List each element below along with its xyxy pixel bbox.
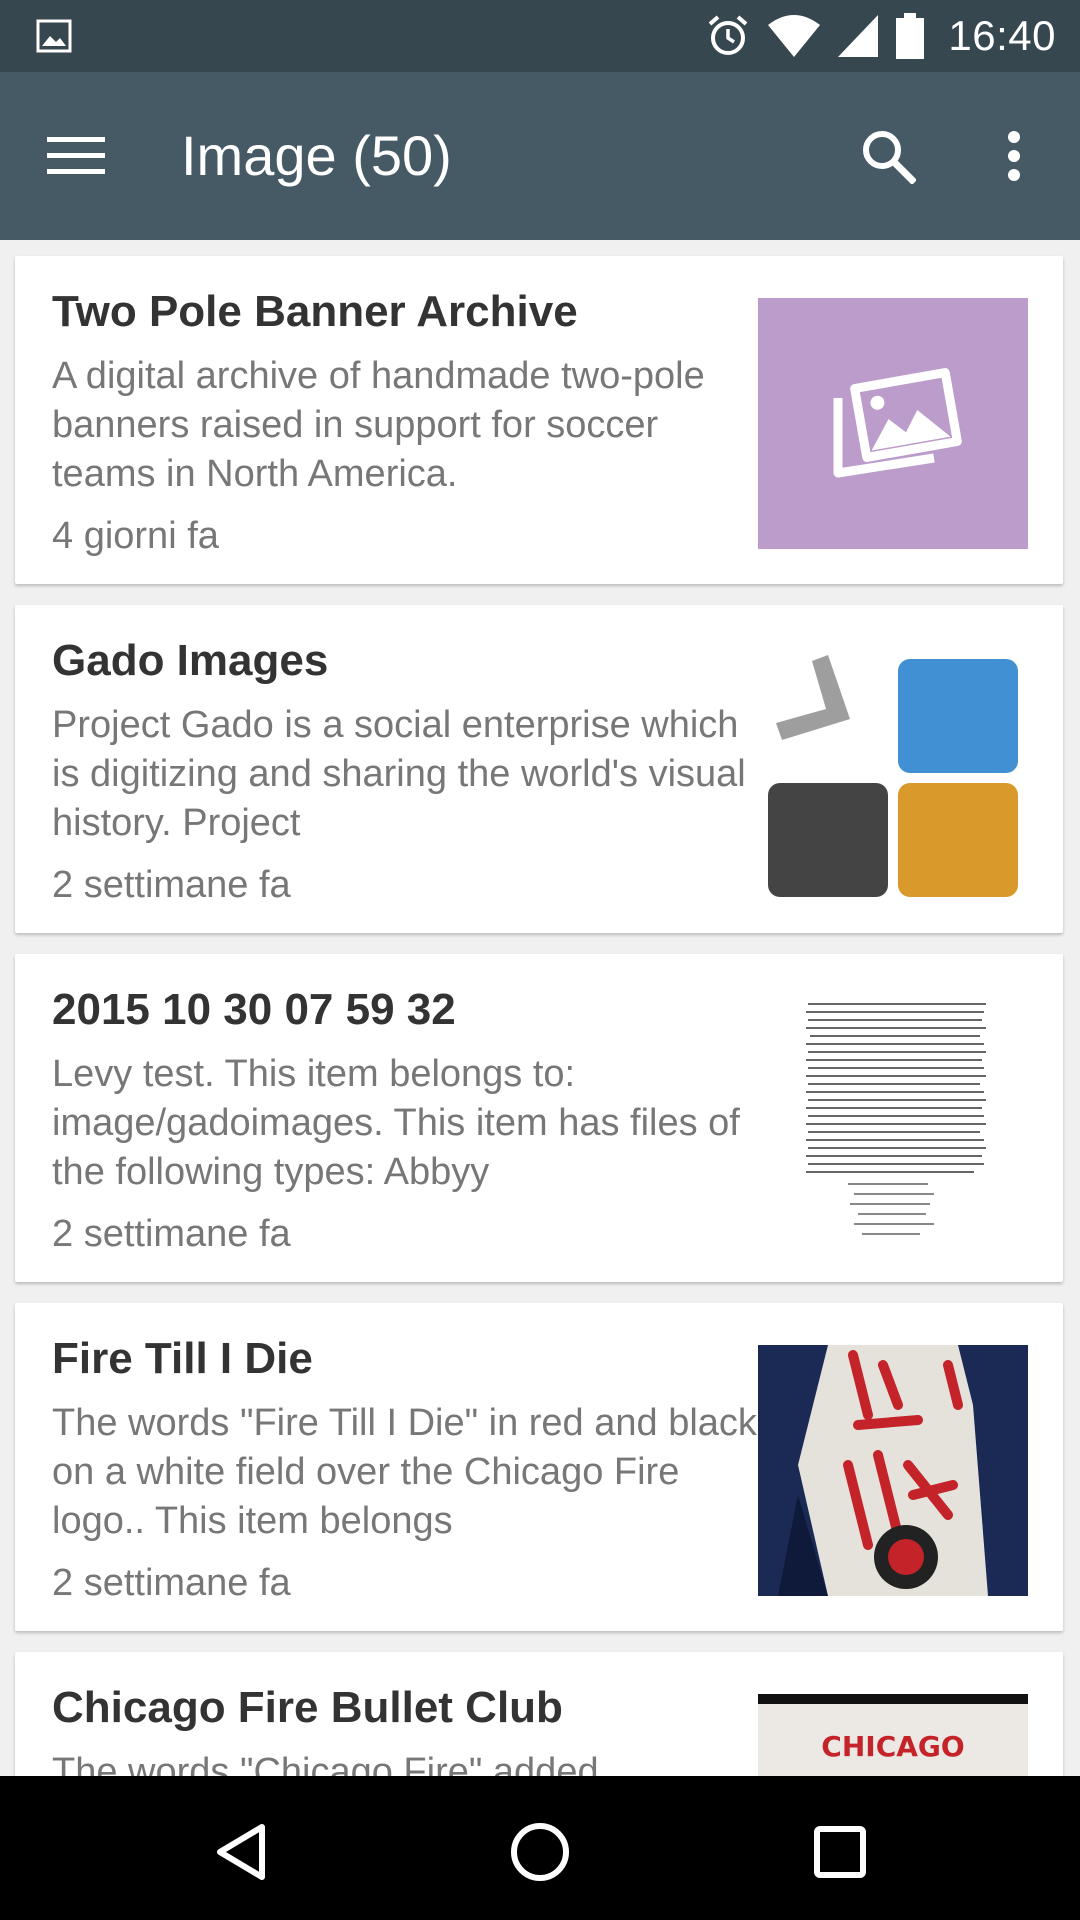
wifi-icon bbox=[768, 15, 821, 57]
battery-icon bbox=[896, 13, 925, 59]
item-title: Fire Till I Die bbox=[52, 1334, 313, 1383]
home-icon bbox=[511, 1823, 569, 1881]
list-item[interactable]: Fire Till I Die The words "Fire Till I D… bbox=[15, 1303, 1063, 1631]
document-scan bbox=[806, 1003, 986, 1235]
back-icon bbox=[217, 1824, 265, 1880]
back-button[interactable] bbox=[200, 1812, 280, 1892]
item-thumbnail[interactable]: CHICAGO bbox=[758, 1694, 1028, 1776]
alarm-icon bbox=[709, 15, 748, 55]
search-icon bbox=[863, 131, 916, 184]
banner-text: CHICAGO bbox=[821, 1730, 964, 1763]
status-icons: 16:40 bbox=[706, 0, 1056, 72]
clock: 16:40 bbox=[948, 12, 1056, 59]
item-title: Two Pole Banner Archive bbox=[52, 287, 578, 336]
item-thumbnail[interactable] bbox=[758, 996, 1028, 1247]
menu-icon bbox=[47, 137, 105, 174]
item-description: The words "Chicago Fire" added bbox=[52, 1751, 599, 1776]
item-thumbnail[interactable] bbox=[758, 1345, 1028, 1596]
navigation-bar bbox=[0, 1776, 1080, 1920]
item-description: Levy test. This item belongs to: image/g… bbox=[52, 1053, 740, 1193]
signal-icon bbox=[838, 15, 879, 57]
item-time: 2 settimane fa bbox=[52, 1562, 291, 1604]
recents-button[interactable] bbox=[800, 1812, 880, 1892]
list-item[interactable]: 2015 10 30 07 59 32 Levy test. This item… bbox=[15, 954, 1063, 1282]
home-button[interactable] bbox=[500, 1812, 580, 1892]
more-vert-icon bbox=[1008, 131, 1020, 181]
list-item[interactable]: Gado Images Project Gado is a social ent… bbox=[15, 605, 1063, 933]
item-title: 2015 10 30 07 59 32 bbox=[52, 985, 456, 1034]
banner-photo: CHICAGO bbox=[758, 1704, 1028, 1776]
item-time: 4 giorni fa bbox=[52, 515, 219, 557]
item-title: Chicago Fire Bullet Club bbox=[52, 1683, 563, 1732]
app-bar: Image (50) bbox=[0, 72, 1080, 240]
gallery-icon bbox=[36, 19, 72, 53]
recents-icon bbox=[814, 1826, 866, 1878]
item-description: A digital archive of handmade two-pole b… bbox=[52, 355, 705, 495]
menu-button[interactable] bbox=[40, 120, 112, 192]
item-thumbnail[interactable] bbox=[758, 647, 1028, 898]
placeholder-image-icon bbox=[833, 368, 962, 478]
item-description: Project Gado is a social enterprise whic… bbox=[52, 704, 746, 844]
list-item[interactable]: Chicago Fire Bullet Club The words "Chic… bbox=[15, 1652, 1063, 1776]
item-description: The words "Fire Till I Die" in red and b… bbox=[52, 1402, 757, 1542]
item-time: 2 settimane fa bbox=[52, 1213, 291, 1255]
more-options-button[interactable] bbox=[978, 120, 1050, 192]
item-title: Gado Images bbox=[52, 636, 329, 685]
list-item[interactable]: Two Pole Banner Archive A digital archiv… bbox=[15, 256, 1063, 584]
item-time: 2 settimane fa bbox=[52, 864, 291, 906]
gado-logo bbox=[768, 655, 1018, 897]
page-title: Image (50) bbox=[181, 124, 452, 187]
search-button[interactable] bbox=[852, 120, 924, 192]
banner-photo bbox=[778, 1345, 988, 1596]
status-bar: 16:40 bbox=[0, 0, 1080, 72]
item-list[interactable]: Two Pole Banner Archive A digital archiv… bbox=[0, 240, 1080, 1776]
item-thumbnail[interactable] bbox=[758, 298, 1028, 549]
